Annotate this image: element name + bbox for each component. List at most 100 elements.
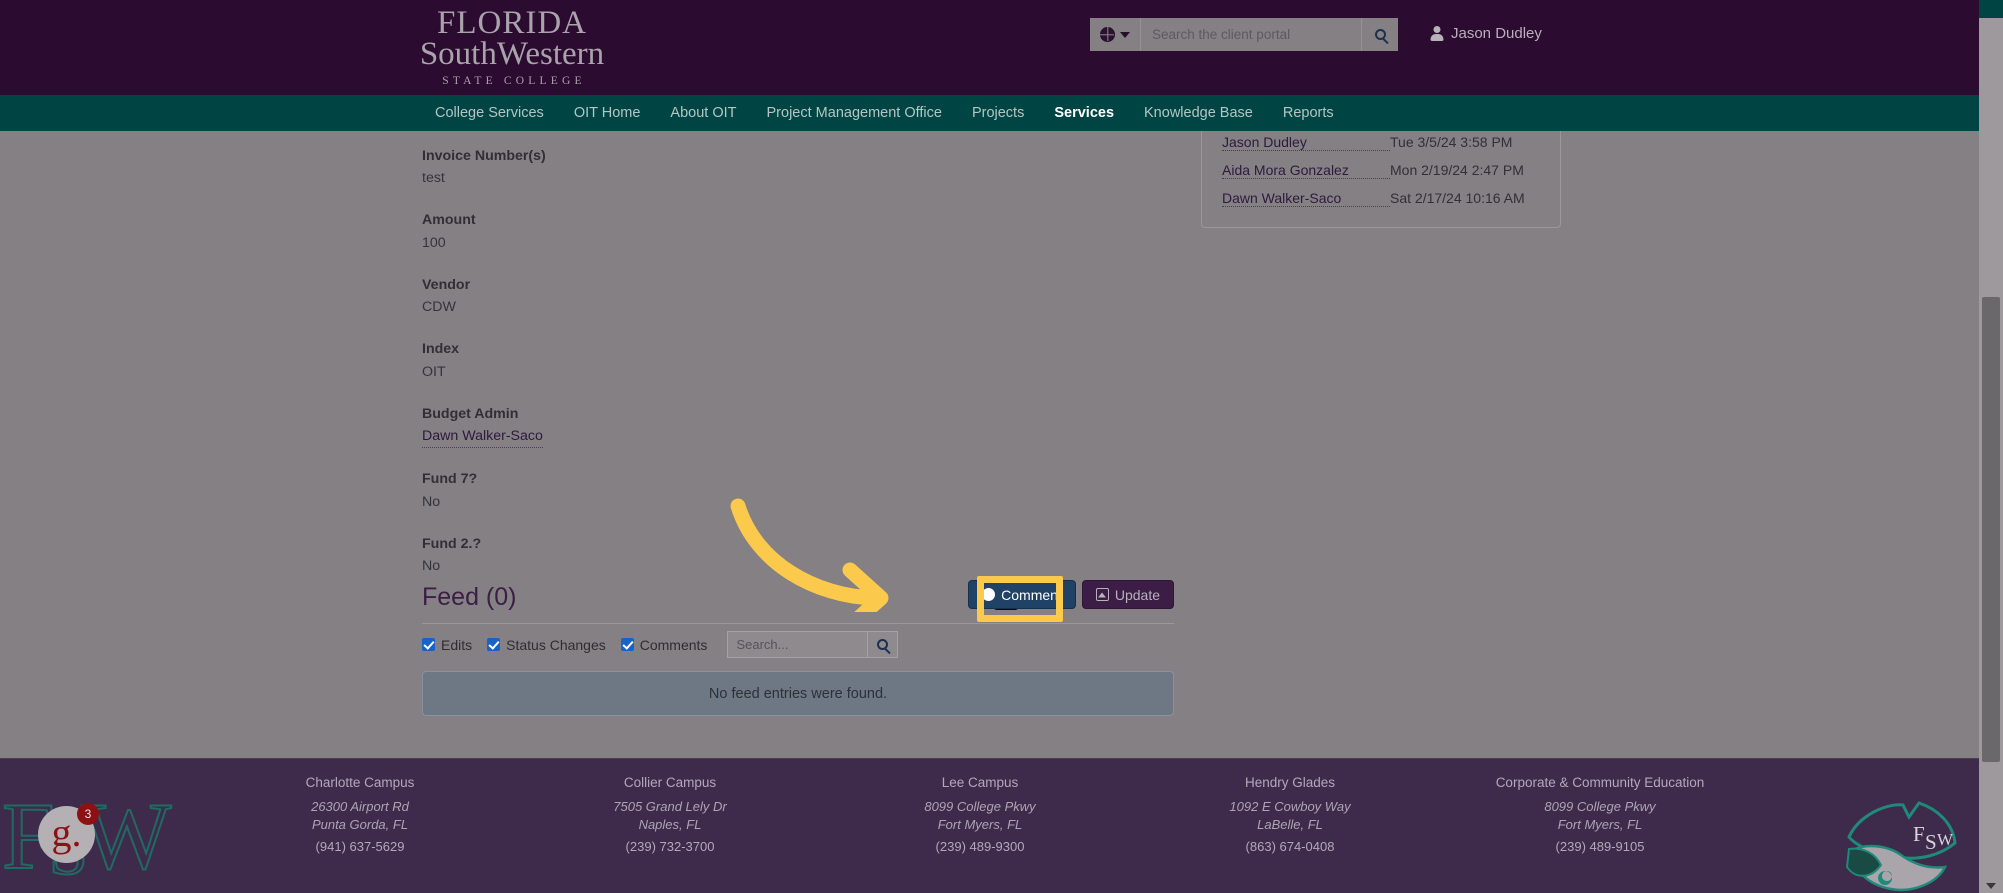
campus-hendry-glades: Hendry Glades 1092 E Cowboy Way LaBelle,…	[1160, 775, 1420, 854]
field-label: Index	[422, 341, 460, 358]
campus-address-2: LaBelle, FL	[1257, 816, 1323, 832]
scroll-down-arrow-icon[interactable]	[1986, 883, 1996, 889]
logo-line-southwestern: SouthWestern	[419, 35, 605, 72]
search-submit-button[interactable]	[1361, 18, 1398, 51]
activity-date: Sat 2/17/24 10:16 AM	[1390, 190, 1525, 206]
campus-address-1: 1092 E Cowboy Way	[1229, 799, 1351, 814]
pirate-mascot-icon: F S W	[1845, 801, 1957, 892]
feed-search-input[interactable]	[727, 631, 868, 658]
ticket-detail-fields: Invoice Number(s) test Amount 100 Vendor…	[422, 147, 922, 599]
feed-empty-message: No feed entries were found.	[422, 671, 1174, 716]
nav-item-reports[interactable]: Reports	[1268, 105, 1349, 121]
scrollbar-thumb[interactable]	[1982, 297, 2000, 762]
user-menu[interactable]: Jason Dudley	[1430, 25, 1542, 42]
chevron-down-icon	[1120, 31, 1130, 38]
field-amount: Amount 100	[422, 211, 922, 253]
campus-address-1: 26300 Airport Rd	[311, 799, 409, 814]
feed-header: Feed (0) Comment Update	[422, 579, 1174, 627]
checkbox-comments[interactable]	[620, 638, 634, 651]
field-label: Fund 7?	[422, 471, 478, 488]
site-footer: FSW g. 3 Charlotte Campus 26300 Airport …	[0, 758, 1979, 893]
nav-item-project-management-office[interactable]: Project Management Office	[752, 105, 957, 121]
svg-text:S: S	[1925, 830, 1937, 854]
person-icon	[1430, 26, 1443, 41]
filter-label: Edits	[441, 636, 473, 653]
feed-search-button[interactable]	[867, 631, 899, 658]
field-vendor: Vendor CDW	[422, 276, 922, 318]
feed-title: Feed (0)	[422, 583, 517, 611]
nav-item-services[interactable]: Services	[1039, 105, 1129, 121]
svg-text:W: W	[1937, 830, 1954, 849]
campus-list: Charlotte Campus 26300 Airport Rd Punta …	[230, 775, 1730, 854]
nav-item-knowledge-base[interactable]: Knowledge Base	[1129, 105, 1268, 121]
page-scrollbar[interactable]	[1979, 0, 2003, 893]
field-value: No	[422, 493, 441, 510]
logo-line-state-college: STATE COLLEGE	[442, 74, 586, 87]
main-navigation: College Services OIT Home About OIT Proj…	[0, 95, 1979, 131]
update-button[interactable]: Update	[1081, 580, 1174, 609]
checkbox-edits[interactable]	[422, 638, 435, 651]
campus-name: Hendry Glades	[1244, 775, 1336, 790]
feed-search	[727, 631, 899, 658]
campus-phone[interactable]: (239) 732-3700	[540, 839, 800, 854]
nav-item-oit-home[interactable]: OIT Home	[559, 105, 656, 121]
grammarly-count-badge: 3	[77, 803, 99, 825]
checkbox-status-changes[interactable]	[487, 638, 501, 651]
field-label: Vendor	[422, 276, 471, 293]
filter-status-changes[interactable]: Status Changes	[487, 637, 606, 653]
campus-address-1: 8099 College Pkwy	[1544, 799, 1656, 814]
campus-name: Corporate & Community Education	[1495, 775, 1705, 790]
field-fund-7: Fund 7? No	[422, 470, 922, 512]
campus-phone[interactable]: (863) 674-0408	[1160, 839, 1420, 854]
budget-admin-link[interactable]: Dawn Walker-Saco	[422, 426, 543, 449]
update-box-icon	[1095, 588, 1109, 601]
nav-item-projects[interactable]: Projects	[957, 105, 1039, 121]
campus-name: Charlotte Campus	[305, 775, 415, 790]
campus-collier: Collier Campus 7505 Grand Lely Dr Naples…	[540, 775, 800, 854]
activity-person-link[interactable]: Jason Dudley	[1222, 134, 1390, 151]
search-input[interactable]	[1141, 18, 1361, 51]
activity-date: Mon 2/19/24 2:47 PM	[1390, 162, 1524, 178]
campus-charlotte: Charlotte Campus 26300 Airport Rd Punta …	[230, 775, 490, 854]
field-fund-2: Fund 2.? No	[422, 535, 922, 577]
feed-divider	[422, 623, 1174, 624]
campus-address-1: 7505 Grand Lely Dr	[613, 799, 727, 814]
nav-item-college-services[interactable]: College Services	[420, 105, 559, 121]
filter-comments[interactable]: Comments	[620, 636, 708, 653]
svg-text:F: F	[1913, 822, 1925, 846]
campus-address-2: Punta Gorda, FL	[311, 816, 409, 832]
filter-label: Comments	[639, 636, 708, 653]
campus-phone[interactable]: (941) 637-5629	[230, 839, 490, 854]
field-value: CDW	[422, 299, 456, 316]
search-icon	[1374, 29, 1386, 40]
field-value: OIT	[422, 363, 446, 380]
recent-activity-panel: Jason Dudley Tue 3/5/24 3:58 PM Aida Mor…	[1201, 131, 1561, 228]
campus-address-2: Naples, FL	[638, 816, 702, 832]
search-scope-dropdown[interactable]	[1090, 18, 1141, 51]
activity-person-link[interactable]: Dawn Walker-Saco	[1222, 190, 1390, 207]
campus-address-2: Fort Myers, FL	[1557, 816, 1643, 832]
globe-icon	[1100, 27, 1115, 42]
nav-item-about-oit[interactable]: About OIT	[655, 105, 751, 121]
campus-name: Collier Campus	[623, 775, 717, 790]
grammarly-badge-icon[interactable]: g. 3	[38, 803, 99, 863]
filter-edits[interactable]: Edits	[422, 637, 472, 653]
search-icon	[877, 639, 889, 650]
activity-person-link[interactable]: Aida Mora Gonzalez	[1222, 162, 1390, 179]
portal-search	[1090, 18, 1398, 51]
activity-row: Dawn Walker-Saco Sat 2/17/24 10:16 AM	[1222, 184, 1542, 212]
scrollbar-track-top	[1979, 0, 2003, 18]
campus-phone[interactable]: (239) 489-9300	[850, 839, 1110, 854]
main-content: Invoice Number(s) test Amount 100 Vendor…	[0, 131, 1979, 758]
field-value: test	[422, 170, 445, 187]
feed-action-buttons: Comment Update	[968, 580, 1174, 609]
campus-corporate-community-education: Corporate & Community Education 8099 Col…	[1470, 775, 1730, 854]
field-label: Budget Admin	[422, 405, 519, 422]
field-invoice-numbers: Invoice Number(s) test	[422, 147, 922, 189]
campus-phone[interactable]: (239) 489-9105	[1470, 839, 1730, 854]
user-name-label: Jason Dudley	[1451, 25, 1542, 42]
comment-button[interactable]: Comment	[968, 580, 1076, 609]
fsw-logo[interactable]: FLORIDA SouthWestern STATE COLLEGE	[407, 6, 617, 87]
activity-date: Tue 3/5/24 3:58 PM	[1390, 134, 1513, 150]
field-value: 100	[422, 234, 446, 251]
